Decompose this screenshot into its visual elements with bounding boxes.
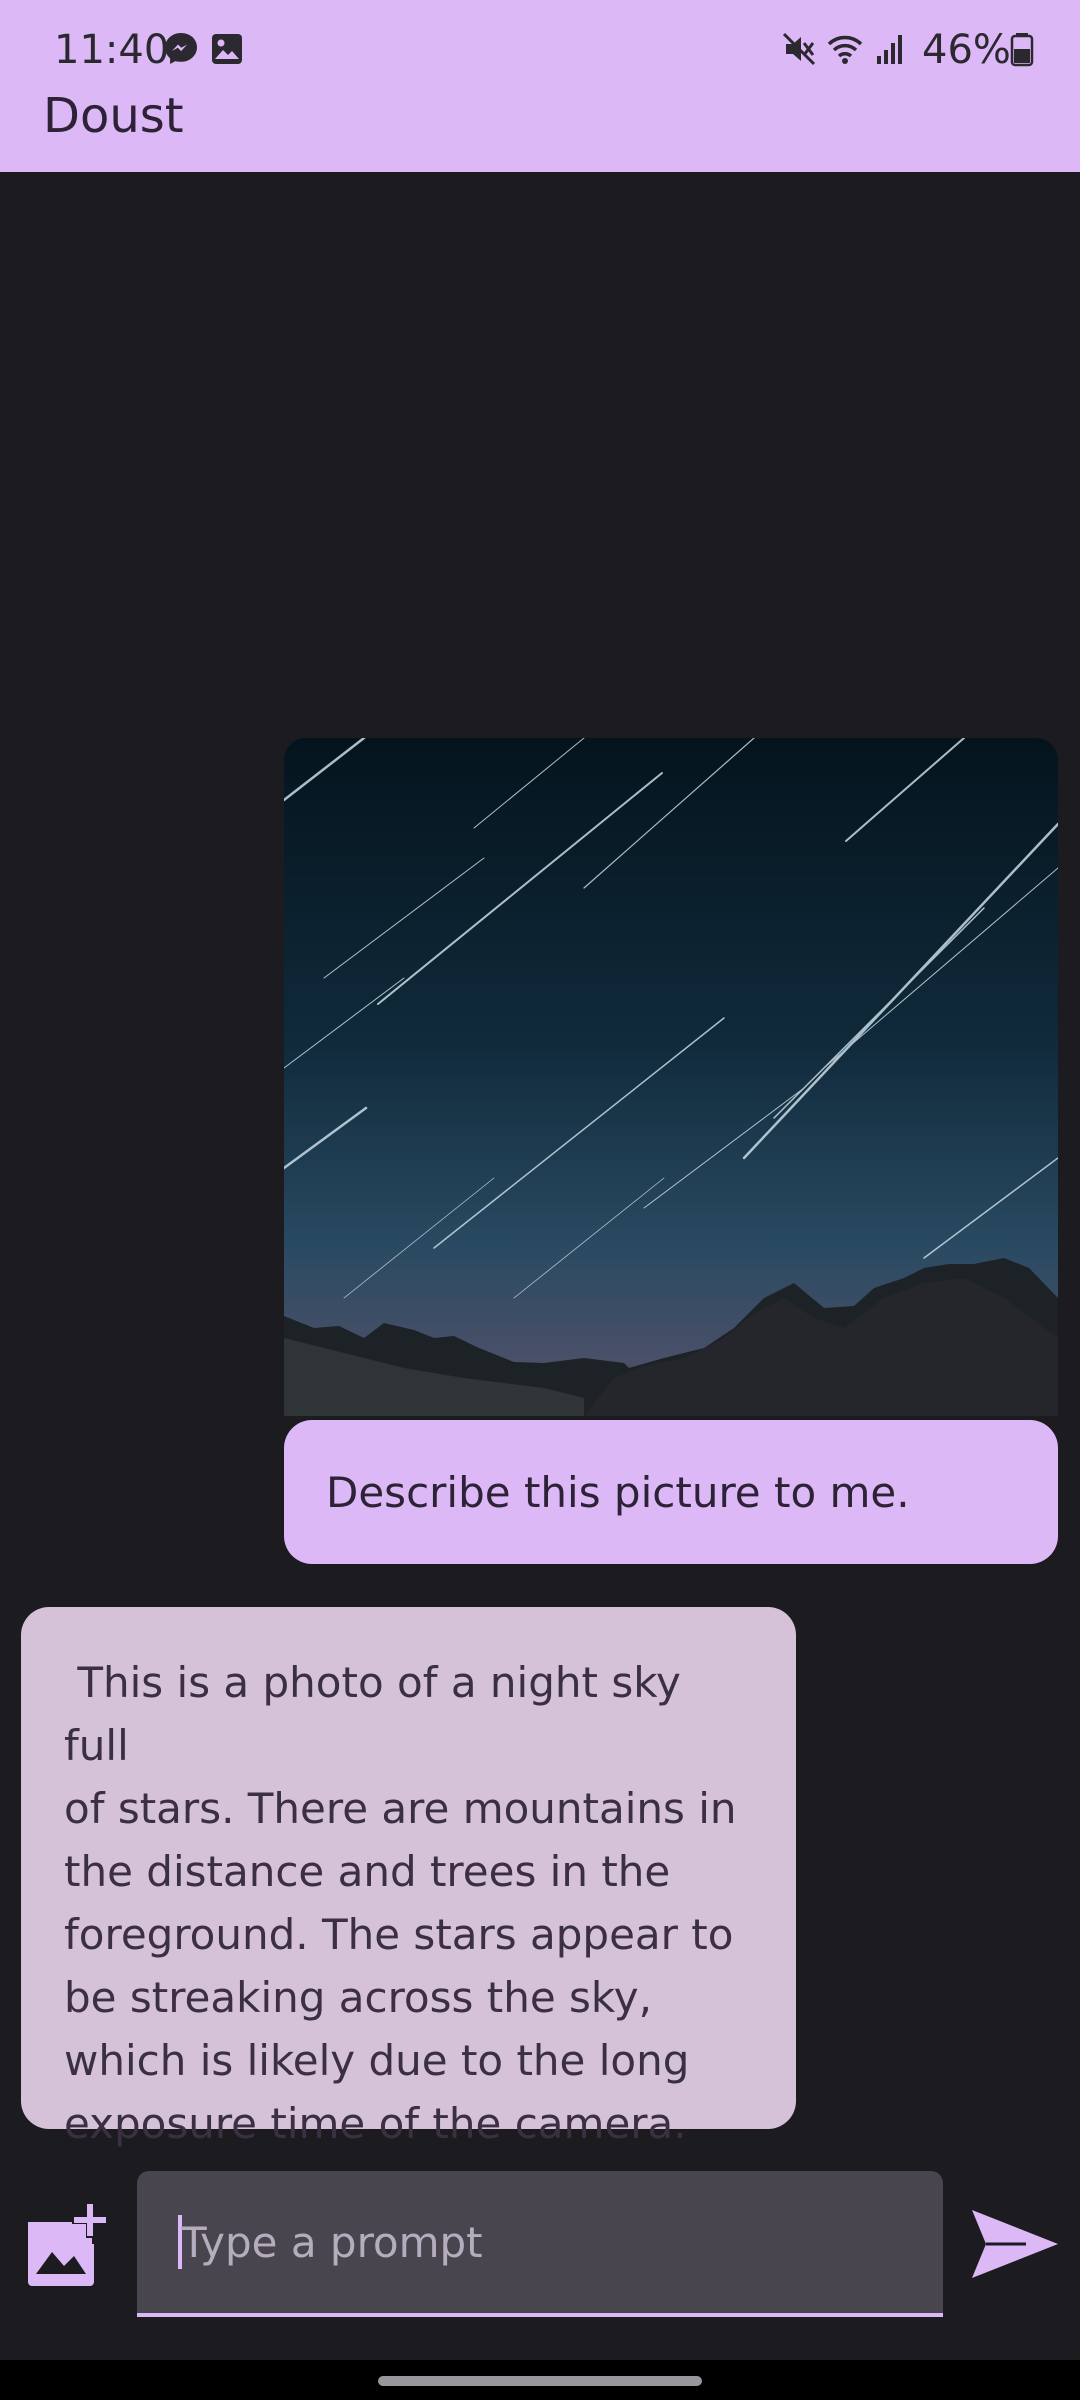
gallery-icon: [212, 34, 242, 64]
navigation-bar: [0, 2360, 1080, 2400]
messenger-icon: [165, 33, 197, 64]
mute-icon: [782, 32, 816, 66]
app-bar: 11:40 46% Doust: [0, 0, 1080, 172]
app-title: Doust: [43, 88, 184, 144]
add-photo-icon: [28, 2202, 108, 2286]
send-button[interactable]: [966, 2204, 1062, 2284]
model-message-bubble: This is a photo of a night sky full of s…: [21, 1607, 796, 2148]
status-time: 11:40: [54, 27, 170, 73]
user-message-text: Describe this picture to me.: [326, 1467, 910, 1517]
prompt-placeholder: Type a prompt: [181, 2218, 483, 2267]
add-image-button[interactable]: [20, 2198, 112, 2290]
screen: 11:40 46% Doust Describe this picture to…: [0, 0, 1080, 2400]
battery-icon: [1010, 33, 1034, 67]
user-message-bubble: Describe this picture to me.: [284, 1420, 1058, 1564]
send-icon: [972, 2210, 1058, 2278]
prompt-input[interactable]: Type a prompt: [137, 2171, 943, 2317]
model-message-text: This is a photo of a night sky full of s…: [64, 1658, 737, 2148]
attached-image[interactable]: [284, 738, 1058, 1416]
home-gesture-handle[interactable]: [378, 2376, 702, 2386]
night-sky-photo: [284, 738, 1058, 1416]
wifi-icon: [827, 35, 863, 64]
battery-percent: 46%: [922, 27, 1011, 73]
signal-icon: [877, 35, 902, 64]
